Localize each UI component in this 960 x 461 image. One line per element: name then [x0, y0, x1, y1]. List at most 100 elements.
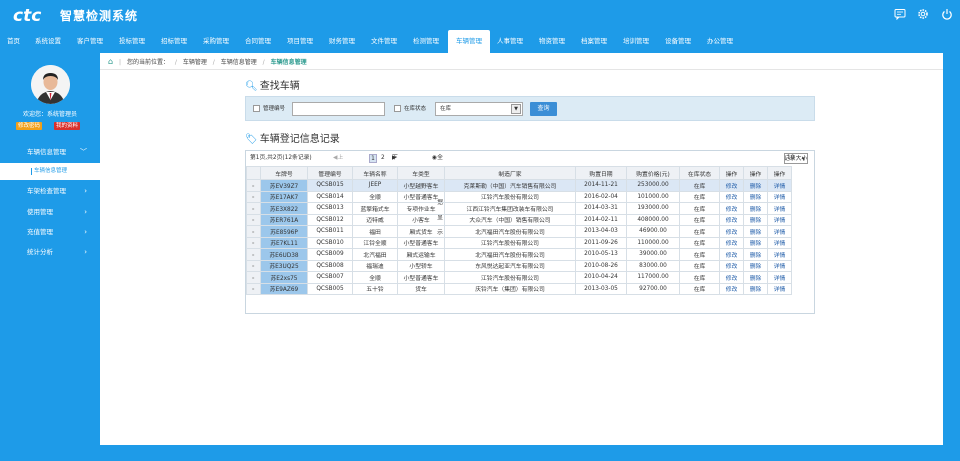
cell-edit-link[interactable]: 修改: [719, 213, 744, 226]
col-purchase-date[interactable]: 购置日期: [575, 166, 627, 180]
nav-equipment[interactable]: 设备管理: [665, 30, 691, 53]
nav-system-settings[interactable]: 系统设置: [35, 30, 61, 53]
cell-delete-link[interactable]: 删除: [743, 259, 768, 272]
cell-delete-link[interactable]: 删除: [743, 179, 768, 192]
row-select-handle[interactable]: ▸: [246, 236, 261, 249]
nav-vehicle[interactable]: 车辆管理: [448, 30, 490, 53]
table-row[interactable]: ▸ 苏E6UD38 QCSB009 北汽福田 厢式运输车 北汽福田汽车股份有限公司 2010…: [246, 248, 792, 261]
nav-project[interactable]: 项目管理: [287, 30, 313, 53]
breadcrumb-item-vehicle-info[interactable]: 车辆信息管理: [221, 59, 257, 66]
table-row[interactable]: ▸ 苏E3UQ25 QCSB008 福瑞迪 小型轿车 东风悦达起亚汽车有限公司 2010-0…: [246, 259, 792, 272]
next-page-button[interactable]: 下一页 ▶: [392, 151, 398, 191]
nav-inspection[interactable]: 检测管理: [413, 30, 439, 53]
nav-purchase[interactable]: 采购管理: [203, 30, 229, 53]
table-row[interactable]: ▸ 苏E9AZ69 QCSB005 五十铃 货车 庆铃汽车（集团）有限公司 2013-03-…: [246, 282, 792, 295]
manage-no-checkbox[interactable]: [253, 105, 260, 112]
cell-detail-link[interactable]: 详情: [767, 236, 792, 249]
table-row[interactable]: ▸ 苏ER761A QCSB012 迈特威 小客车 大众汽车（中国）销售有限公司 2014-…: [246, 213, 792, 226]
row-select-handle[interactable]: ▸: [246, 179, 261, 192]
settings-icon[interactable]: [917, 8, 929, 20]
manage-no-input[interactable]: [292, 102, 385, 116]
nav-bid[interactable]: 投标管理: [119, 30, 145, 53]
page-2-button[interactable]: 2: [381, 151, 385, 166]
col-manufacturer[interactable]: 制造厂家: [444, 166, 576, 180]
nav-tender[interactable]: 招标管理: [161, 30, 187, 53]
cell-edit-link[interactable]: 修改: [719, 248, 744, 261]
col-vehicle-name[interactable]: 车辆名称: [352, 166, 398, 180]
row-select-handle[interactable]: ▸: [246, 248, 261, 261]
row-select-handle[interactable]: ▸: [246, 213, 261, 226]
cell-delete-link[interactable]: 删除: [743, 202, 768, 215]
row-select-handle[interactable]: ▸: [246, 271, 261, 284]
cell-delete-link[interactable]: 删除: [743, 282, 768, 295]
table-row[interactable]: ▸ 苏EV39Z7 QCSB015 JEEP 小型越野客车 克莱斯勒（中国）汽车销售有限公…: [246, 179, 792, 192]
cell-edit-link[interactable]: 修改: [719, 259, 744, 272]
cell-edit-link[interactable]: 修改: [719, 271, 744, 284]
cell-detail-link[interactable]: 详情: [767, 271, 792, 284]
cell-edit-link[interactable]: 修改: [719, 179, 744, 192]
nav-home[interactable]: 首页: [7, 30, 20, 53]
my-profile-button[interactable]: 我的资料: [54, 122, 81, 130]
row-select-handle[interactable]: ▸: [246, 282, 261, 295]
cell-detail-link[interactable]: 详情: [767, 282, 792, 295]
sidebar-item-statistics[interactable]: 统计分析 ›: [0, 242, 100, 262]
col-stock-status[interactable]: 在库状态: [679, 166, 720, 180]
cell-detail-link[interactable]: 详情: [767, 190, 792, 203]
cell-detail-link[interactable]: 详情: [767, 259, 792, 272]
col-purchase-price[interactable]: 购置价格(元): [626, 166, 680, 180]
col-manage-no[interactable]: 管理编号: [307, 166, 353, 180]
cell-edit-link[interactable]: 修改: [719, 225, 744, 238]
table-row[interactable]: ▸ 苏E17AK7 QCSB014 全顺 小型普通客车 江铃汽车股份有限公司 2016-02…: [246, 190, 792, 203]
table-row[interactable]: ▸ 苏E7KL11 QCSB010 江铃全顺 小型普通客车 江铃汽车股份有限公司 2011-…: [246, 236, 792, 249]
chat-icon[interactable]: [894, 8, 906, 20]
show-all-button[interactable]: ◉ 全部数据显示: [432, 151, 443, 236]
cell-detail-link[interactable]: 详情: [767, 225, 792, 238]
row-select-handle[interactable]: ▸: [246, 202, 261, 215]
submenu-vehicle-info[interactable]: 车辆信息管理: [0, 163, 100, 180]
edit-password-button[interactable]: 修改密码: [16, 122, 43, 130]
cell-detail-link[interactable]: 详情: [767, 213, 792, 226]
prev-page-button[interactable]: ◀ 上一页: [333, 151, 343, 191]
page-1-button[interactable]: 1: [369, 154, 377, 163]
nav-files[interactable]: 文件管理: [371, 30, 397, 53]
nav-hr[interactable]: 人事管理: [497, 30, 523, 53]
query-button[interactable]: 查询: [530, 102, 557, 116]
table-row[interactable]: ▸ 苏E8596P QCSB011 福田 厢式货车 北汽福田汽车股份有限公司 2013-04…: [246, 225, 792, 238]
sidebar-item-vehicle-info[interactable]: 车辆信息管理 ﹀: [0, 142, 100, 162]
nav-archive[interactable]: 档案管理: [581, 30, 607, 53]
col-vehicle-type[interactable]: 车类型: [397, 166, 445, 180]
nav-finance[interactable]: 财务管理: [329, 30, 355, 53]
row-select-handle[interactable]: ▸: [246, 225, 261, 238]
nav-contract[interactable]: 合同管理: [245, 30, 271, 53]
cell-detail-link[interactable]: 详情: [767, 248, 792, 261]
sidebar-item-recharge[interactable]: 充值管理 ›: [0, 222, 100, 242]
row-select-handle[interactable]: ▸: [246, 190, 261, 203]
nav-training[interactable]: 培训管理: [623, 30, 649, 53]
cell-delete-link[interactable]: 删除: [743, 248, 768, 261]
nav-customer[interactable]: 客户管理: [77, 30, 103, 53]
cell-delete-link[interactable]: 删除: [743, 225, 768, 238]
cell-delete-link[interactable]: 删除: [743, 213, 768, 226]
home-icon[interactable]: ⌂: [108, 57, 113, 66]
cell-edit-link[interactable]: 修改: [719, 190, 744, 203]
cell-detail-link[interactable]: 详情: [767, 202, 792, 215]
table-row[interactable]: ▸ 苏E3X822 QCSB013 蓝擎箱式车 专项作业车 江西江铃汽车集团改装车有限公司…: [246, 202, 792, 215]
col-plate[interactable]: 车牌号: [260, 166, 308, 180]
cell-delete-link[interactable]: 删除: [743, 236, 768, 249]
cell-edit-link[interactable]: 修改: [719, 202, 744, 215]
cell-edit-link[interactable]: 修改: [719, 236, 744, 249]
power-icon[interactable]: [941, 8, 953, 20]
nav-office[interactable]: 办公管理: [707, 30, 733, 53]
sidebar-item-usage[interactable]: 使用管理 ›: [0, 202, 100, 222]
table-row[interactable]: ▸ 苏E2xs75 QCSB007 全顺 小型普通客车 江铃汽车股份有限公司 2010-04…: [246, 271, 792, 284]
cell-delete-link[interactable]: 删除: [743, 190, 768, 203]
stock-status-select[interactable]: 在库 ▼: [435, 102, 523, 116]
row-select-handle[interactable]: ▸: [246, 259, 261, 272]
cell-edit-link[interactable]: 修改: [719, 282, 744, 295]
page-size-select[interactable]: 10 ▼: [784, 153, 808, 164]
stock-status-checkbox[interactable]: [394, 105, 401, 112]
nav-materials[interactable]: 物资管理: [539, 30, 565, 53]
sidebar-item-frame-check[interactable]: 车架检查管理 ›: [0, 181, 100, 201]
cell-detail-link[interactable]: 详情: [767, 179, 792, 192]
cell-delete-link[interactable]: 删除: [743, 271, 768, 284]
